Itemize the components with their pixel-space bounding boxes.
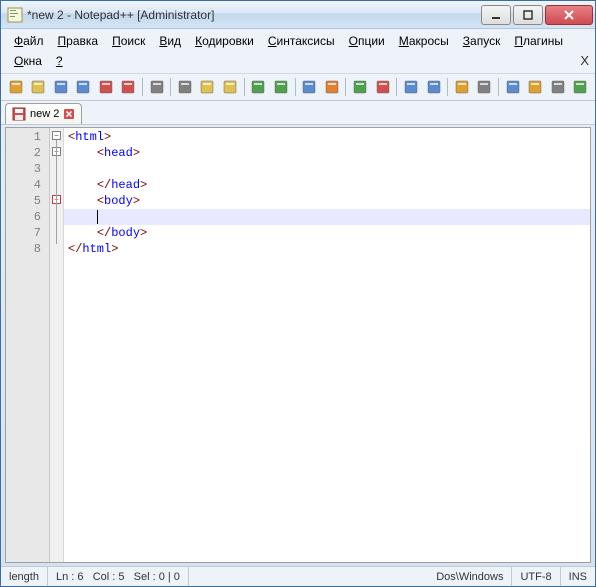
maximize-button[interactable]	[513, 5, 543, 25]
statusbar: length Ln : 6 Col : 5 Sel : 0 | 0 Dos\Wi…	[1, 566, 595, 586]
save-all-icon[interactable]	[72, 76, 93, 98]
close-button[interactable]	[545, 5, 593, 25]
menu-encoding[interactable]: Кодировки	[188, 31, 261, 51]
paste-icon[interactable]	[219, 76, 240, 98]
editor[interactable]: 12345678 −−− <html> <head> </head> <body…	[5, 127, 591, 563]
menu-window[interactable]: Окна	[7, 51, 49, 71]
tab-label: new 2	[30, 108, 59, 120]
func-list-icon[interactable]	[547, 76, 568, 98]
toolbar	[1, 73, 595, 101]
menubar: Файл Правка Поиск Вид Кодировки Синтакси…	[1, 29, 595, 73]
replace-icon[interactable]	[321, 76, 342, 98]
line-number-gutter: 12345678	[6, 128, 50, 562]
tab-new2[interactable]: new 2	[5, 103, 82, 124]
wordwrap-icon[interactable]	[451, 76, 472, 98]
folder-tree-icon[interactable]	[570, 76, 591, 98]
close-icon[interactable]	[95, 76, 116, 98]
menubar-close-icon[interactable]: X	[580, 53, 589, 68]
copy-icon[interactable]	[197, 76, 218, 98]
open-file-icon[interactable]	[27, 76, 48, 98]
print-icon[interactable]	[146, 76, 167, 98]
redo-icon[interactable]	[270, 76, 291, 98]
sync-v-icon[interactable]	[400, 76, 421, 98]
status-length: length	[1, 567, 48, 586]
doc-map-icon[interactable]	[525, 76, 546, 98]
minimize-button[interactable]	[481, 5, 511, 25]
zoom-in-icon[interactable]	[349, 76, 370, 98]
status-eol: Dos\Windows	[428, 567, 512, 586]
cut-icon[interactable]	[174, 76, 195, 98]
menu-help[interactable]: ?	[49, 51, 70, 71]
zoom-out-icon[interactable]	[372, 76, 393, 98]
tab-close-icon[interactable]	[63, 108, 75, 120]
indent-guide-icon[interactable]	[502, 76, 523, 98]
app-icon	[7, 7, 23, 23]
menu-settings[interactable]: Опции	[342, 31, 392, 51]
find-icon[interactable]	[299, 76, 320, 98]
new-file-icon[interactable]	[5, 76, 26, 98]
menu-plugins[interactable]: Плагины	[507, 31, 570, 51]
window-title: *new 2 - Notepad++ [Administrator]	[27, 8, 479, 22]
menu-run[interactable]: Запуск	[456, 31, 508, 51]
undo-icon[interactable]	[248, 76, 269, 98]
status-mode: INS	[561, 567, 595, 586]
status-position: Ln : 6 Col : 5 Sel : 0 | 0	[48, 567, 189, 586]
menu-view[interactable]: Вид	[152, 31, 188, 51]
disk-icon	[12, 107, 26, 121]
menu-file[interactable]: Файл	[7, 31, 51, 51]
fold-column[interactable]: −−−	[50, 128, 64, 562]
menu-language[interactable]: Синтаксисы	[261, 31, 342, 51]
sync-h-icon[interactable]	[423, 76, 444, 98]
all-chars-icon[interactable]	[474, 76, 495, 98]
app-window: *new 2 - Notepad++ [Administrator] Файл …	[0, 0, 596, 587]
save-icon[interactable]	[50, 76, 71, 98]
close-all-icon[interactable]	[117, 76, 138, 98]
menu-macro[interactable]: Макросы	[392, 31, 456, 51]
status-encoding: UTF-8	[512, 567, 560, 586]
titlebar[interactable]: *new 2 - Notepad++ [Administrator]	[1, 1, 595, 29]
tab-bar: new 2	[1, 101, 595, 125]
menu-edit[interactable]: Правка	[51, 31, 106, 51]
menu-search[interactable]: Поиск	[105, 31, 152, 51]
window-controls	[479, 5, 593, 25]
code-area[interactable]: <html> <head> </head> <body> </body></ht…	[64, 128, 590, 562]
